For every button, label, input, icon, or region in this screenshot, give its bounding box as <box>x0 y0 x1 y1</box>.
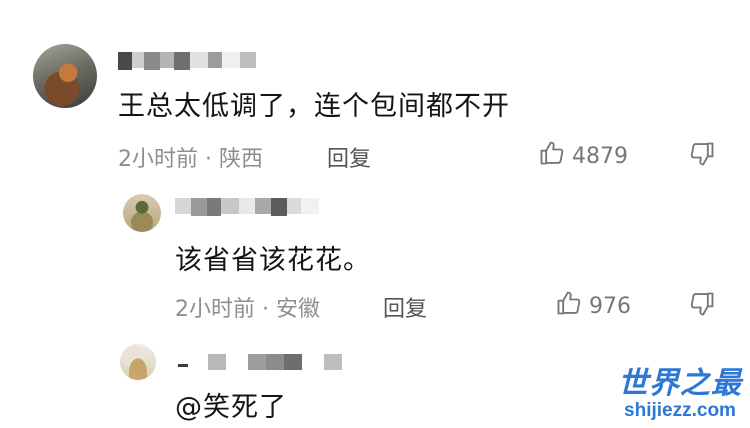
watermark-cn: 世界之最 <box>618 366 742 401</box>
thumbs-up-icon <box>555 289 583 323</box>
comment-text: 王总太低调了，连个包间都不开 <box>118 91 510 122</box>
comment-text: @笑死了 <box>175 392 287 423</box>
watermark-en: shijiezz.com <box>624 400 736 421</box>
reply-button[interactable]: 回复 <box>383 291 427 323</box>
like-count: 976 <box>589 293 631 319</box>
comment-meta: 2小时前 · 陕西 <box>118 147 263 172</box>
reply-button[interactable]: 回复 <box>327 141 371 173</box>
username-pixelated[interactable] <box>175 198 319 216</box>
thumbs-down-icon[interactable] <box>688 140 716 172</box>
like-button[interactable]: 4879 <box>538 139 628 173</box>
comment-text: 该省省该花花。 <box>175 245 371 276</box>
avatar[interactable] <box>120 344 156 380</box>
thumbs-down-icon[interactable] <box>688 290 716 322</box>
avatar[interactable] <box>33 44 97 108</box>
comment-meta: 2小时前 · 安徽 <box>175 297 320 322</box>
username-pixelated[interactable] <box>118 52 256 70</box>
like-button[interactable]: 976 <box>555 289 631 323</box>
avatar[interactable] <box>123 194 161 232</box>
thumbs-up-icon <box>538 139 566 173</box>
username-pixelated[interactable] <box>178 354 342 370</box>
watermark: 世界之最 shijiezz.com <box>618 358 742 422</box>
like-count: 4879 <box>572 143 628 169</box>
